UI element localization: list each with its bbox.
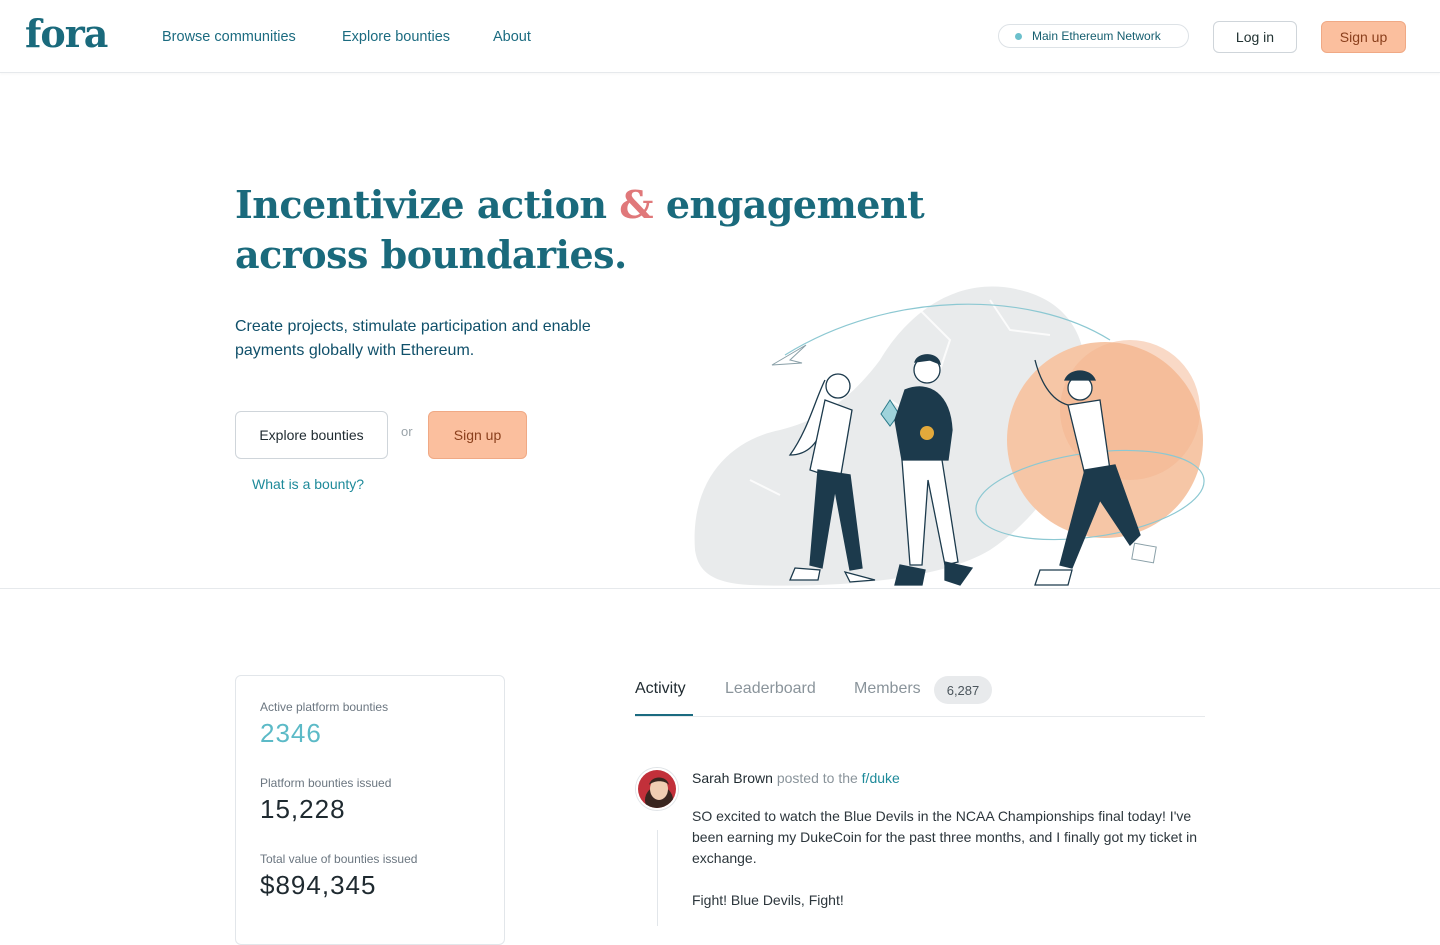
active-tab-indicator xyxy=(635,714,693,716)
post-paragraph-2: Fight! Blue Devils, Fight! xyxy=(692,892,844,908)
tab-leaderboard[interactable]: Leaderboard xyxy=(725,680,816,698)
paper-plane-icon xyxy=(771,344,807,366)
tabs-baseline xyxy=(635,716,1205,717)
post-author[interactable]: Sarah Brown xyxy=(692,770,773,786)
total-value-label: Total value of bounties issued xyxy=(260,852,418,866)
section-divider xyxy=(0,588,1440,589)
post-body: SO excited to watch the Blue Devils in t… xyxy=(692,806,1212,932)
network-status-dot xyxy=(1015,32,1022,40)
nav-browse-communities[interactable]: Browse communities xyxy=(162,28,296,46)
tab-activity[interactable]: Activity xyxy=(635,680,686,698)
top-header: fora Browse communities Explore bounties… xyxy=(0,0,1440,73)
hero-subtitle: Create projects, stimulate participation… xyxy=(235,318,591,359)
fora-logo[interactable]: fora xyxy=(25,14,108,54)
issued-bounties-value: 15,228 xyxy=(260,794,346,824)
post-action-text: posted to the xyxy=(776,770,858,786)
hero-title: Incentivize action & engagement across b… xyxy=(235,180,935,280)
issued-bounties-label: Platform bounties issued xyxy=(260,776,392,790)
avatar[interactable] xyxy=(636,768,678,810)
what-is-bounty-link[interactable]: What is a bounty? xyxy=(252,476,364,492)
network-indicator[interactable]: Main Ethereum Network xyxy=(998,24,1189,48)
signup-button-header[interactable]: Sign up xyxy=(1321,21,1406,53)
tab-members[interactable]: Members xyxy=(854,680,921,698)
signup-button-hero[interactable]: Sign up xyxy=(428,411,527,459)
hero-illustration xyxy=(694,286,1205,586)
members-count-badge: 6,287 xyxy=(934,676,992,704)
active-bounties-value: 2346 xyxy=(260,718,322,748)
or-separator: or xyxy=(401,424,413,439)
explore-bounties-button[interactable]: Explore bounties xyxy=(235,411,388,459)
avatar-image xyxy=(638,770,676,808)
post-paragraph-1: SO excited to watch the Blue Devils in t… xyxy=(692,808,1198,866)
post-header: Sarah Brown posted to the f/duke xyxy=(692,770,900,786)
nav-about[interactable]: About xyxy=(493,28,531,46)
network-label: Main Ethereum Network xyxy=(1032,29,1161,43)
post-community-link[interactable]: f/duke xyxy=(862,770,900,786)
hero-title-part1: Incentivize action xyxy=(235,182,620,227)
nav-explore-bounties[interactable]: Explore bounties xyxy=(342,28,450,46)
total-value-value: $894,345 xyxy=(260,870,377,900)
thread-line xyxy=(657,830,658,926)
login-button[interactable]: Log in xyxy=(1213,21,1297,53)
platform-stats-card: Active platform bounties 2346 Platform b… xyxy=(235,675,505,945)
active-bounties-label: Active platform bounties xyxy=(260,700,389,714)
hero-title-ampersand: & xyxy=(619,182,654,227)
